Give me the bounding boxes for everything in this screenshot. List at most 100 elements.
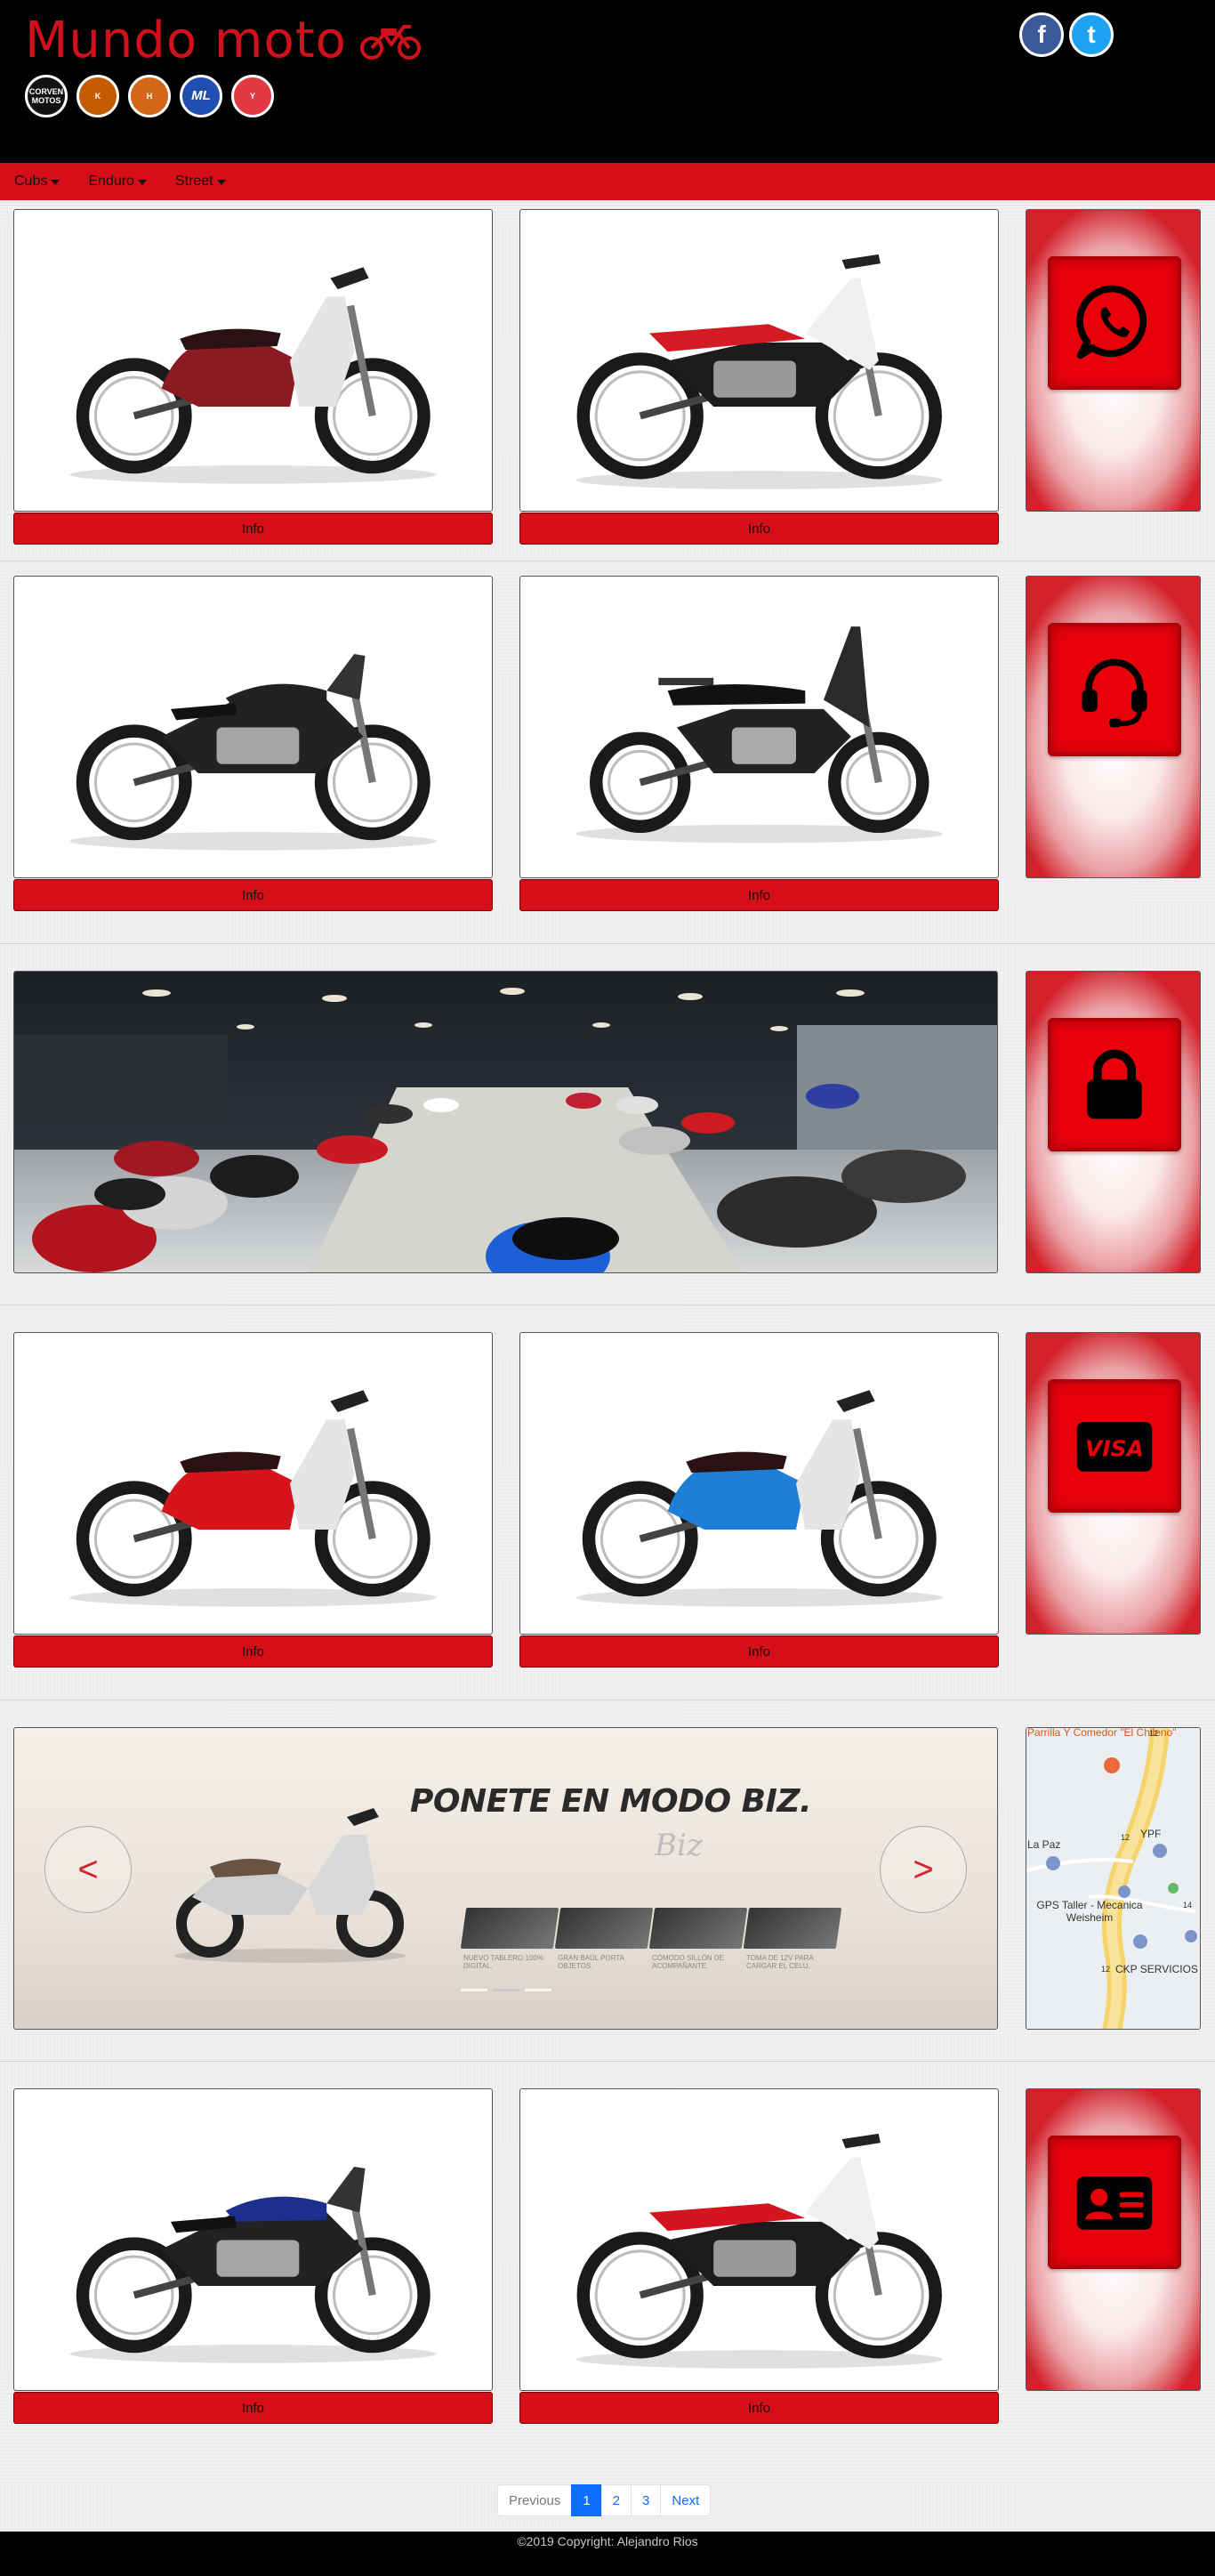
- whatsapp-icon: [1076, 285, 1147, 359]
- map-roads: [1026, 1728, 1200, 2029]
- lock-icon: [1087, 1049, 1142, 1119]
- product-card[interactable]: [519, 1332, 999, 1635]
- info-button[interactable]: Info: [519, 513, 999, 545]
- support-panel: [1026, 576, 1201, 878]
- info-button[interactable]: Info: [13, 879, 493, 911]
- brand[interactable]: Mundo moto: [25, 12, 422, 69]
- whatsapp-panel: [1026, 209, 1201, 512]
- feature-image: [554, 1908, 654, 1949]
- feature-text: CÓMODO SILLÓN DE ACOMPAÑANTE.: [652, 1954, 724, 1970]
- site-footer: ©2019 Copyright: Alejandro Rios: [0, 2532, 1215, 2576]
- site-title[interactable]: Mundo moto: [25, 12, 347, 69]
- pagination-next[interactable]: Next: [660, 2484, 712, 2516]
- site-header: Mundo moto CORVEN MOTOS K H ML Y f t: [0, 0, 1215, 163]
- route-label: 14: [1183, 1901, 1193, 1910]
- divider: [0, 1304, 1215, 1305]
- route-label: 12: [1149, 1729, 1159, 1738]
- feature-image: [743, 1908, 842, 1949]
- divider: [0, 2061, 1215, 2062]
- carousel-indicator[interactable]: [461, 1989, 487, 1991]
- motorcycle-image: [575, 2133, 943, 2369]
- map-label: CKP SERVICIOS: [1115, 1963, 1198, 1975]
- info-button[interactable]: Info: [519, 2392, 999, 2424]
- feature-item: GRAN BAÚL PORTA OBJETOS.: [554, 1908, 654, 1970]
- nav-street-dropdown[interactable]: Street: [175, 174, 226, 190]
- chevron-down-icon: [137, 180, 147, 185]
- carousel-next-button[interactable]: >: [880, 1826, 967, 1913]
- nav-street-label: Street: [174, 174, 213, 189]
- copyright-text: ©2019 Copyright: Alejandro Rios: [517, 2534, 698, 2548]
- pagination-previous[interactable]: Previous: [497, 2484, 573, 2516]
- contact-button[interactable]: [1048, 2136, 1181, 2269]
- carousel-indicators: [461, 1989, 551, 1991]
- pagination-page-3[interactable]: 3: [631, 2484, 662, 2516]
- main-nav: Cubs Enduro Street: [0, 163, 1215, 200]
- motorcycle-image: [575, 254, 943, 489]
- visa-text: VISA: [1085, 1436, 1144, 1462]
- support-button[interactable]: [1048, 623, 1181, 756]
- product-card[interactable]: [13, 209, 493, 512]
- info-button[interactable]: Info: [13, 513, 493, 545]
- motorcycle-image: [69, 2166, 437, 2363]
- product-card[interactable]: [519, 209, 999, 512]
- facebook-icon[interactable]: f: [1019, 12, 1064, 57]
- carousel-indicator[interactable]: [493, 1989, 519, 1991]
- nav-cubs-dropdown[interactable]: Cubs: [14, 174, 60, 190]
- feature-item: CÓMODO SILLÓN DE ACOMPAÑANTE.: [648, 1908, 748, 1970]
- divider: [0, 943, 1215, 944]
- motorcycle-image: [69, 1389, 437, 1607]
- info-button[interactable]: Info: [13, 1635, 493, 1668]
- motorcycle-image: [69, 653, 437, 851]
- location-map[interactable]: Parrilla Y Comedor "El Chileno" YPF La P…: [1026, 1727, 1201, 2030]
- visa-card-icon: VISA: [1076, 1422, 1153, 1472]
- corven-logo[interactable]: CORVEN MOTOS: [25, 75, 68, 117]
- payment-panel: VISA: [1026, 1332, 1201, 1635]
- carousel-indicator[interactable]: [525, 1989, 551, 1991]
- honda-logo[interactable]: H: [128, 75, 171, 117]
- carousel-title: PONETE EN MODO BIZ.: [410, 1783, 812, 1820]
- social-links: f t: [1019, 12, 1114, 57]
- product-card[interactable]: [13, 576, 493, 878]
- feature-item: TOMA DE 12V PARA CARGAR EL CELU.: [743, 1908, 842, 1970]
- feature-text: GRAN BAÚL PORTA OBJETOS.: [558, 1954, 624, 1970]
- yamaha-logo[interactable]: Y: [231, 75, 274, 117]
- biz-scooter-image: [174, 1808, 406, 1963]
- product-card[interactable]: [13, 1332, 493, 1635]
- feature-item: NUEVO TABLERO 100% DIGITAL.: [460, 1908, 559, 1970]
- promo-carousel: PONETE EN MODO BIZ. Biz NUEVO TABLERO 10…: [13, 1727, 998, 2030]
- feature-text: NUEVO TABLERO 100% DIGITAL.: [463, 1954, 543, 1970]
- twitter-icon[interactable]: t: [1069, 12, 1114, 57]
- route-label: 12: [1101, 1965, 1111, 1974]
- motorcycle-icon: [359, 25, 421, 60]
- info-button[interactable]: Info: [13, 2392, 493, 2424]
- product-card[interactable]: [519, 576, 999, 878]
- route-label: 12: [1121, 1833, 1131, 1842]
- product-card[interactable]: [13, 2088, 493, 2391]
- feature-image: [648, 1908, 748, 1949]
- keeway-logo[interactable]: K: [76, 75, 119, 117]
- whatsapp-button[interactable]: [1048, 256, 1181, 390]
- brand-logos: CORVEN MOTOS K H ML Y: [25, 75, 274, 117]
- pagination-page-2[interactable]: 2: [600, 2484, 632, 2516]
- carousel-prev-button[interactable]: <: [44, 1826, 132, 1913]
- nav-cubs-label: Cubs: [14, 174, 48, 189]
- security-panel: [1026, 971, 1201, 1273]
- info-button[interactable]: Info: [519, 1635, 999, 1668]
- motorcycle-image: [575, 626, 943, 843]
- payment-button[interactable]: VISA: [1048, 1379, 1181, 1513]
- info-button[interactable]: Info: [519, 879, 999, 911]
- map-label: YPF: [1140, 1828, 1162, 1840]
- nav-enduro-dropdown[interactable]: Enduro: [88, 174, 147, 190]
- nav-enduro-label: Enduro: [88, 174, 134, 189]
- motomel-logo[interactable]: ML: [180, 75, 222, 117]
- product-card[interactable]: [519, 2088, 999, 2391]
- feature-image: [460, 1908, 559, 1949]
- chevron-down-icon: [216, 180, 226, 185]
- feature-text: TOMA DE 12V PARA CARGAR EL CELU.: [746, 1954, 814, 1970]
- map-label: La Paz: [1027, 1838, 1061, 1851]
- security-button[interactable]: [1048, 1018, 1181, 1151]
- showroom-image: [14, 972, 997, 1272]
- pagination-page-1[interactable]: 1: [571, 2484, 602, 2516]
- headset-icon: [1082, 658, 1147, 728]
- id-card-icon: [1076, 2176, 1153, 2230]
